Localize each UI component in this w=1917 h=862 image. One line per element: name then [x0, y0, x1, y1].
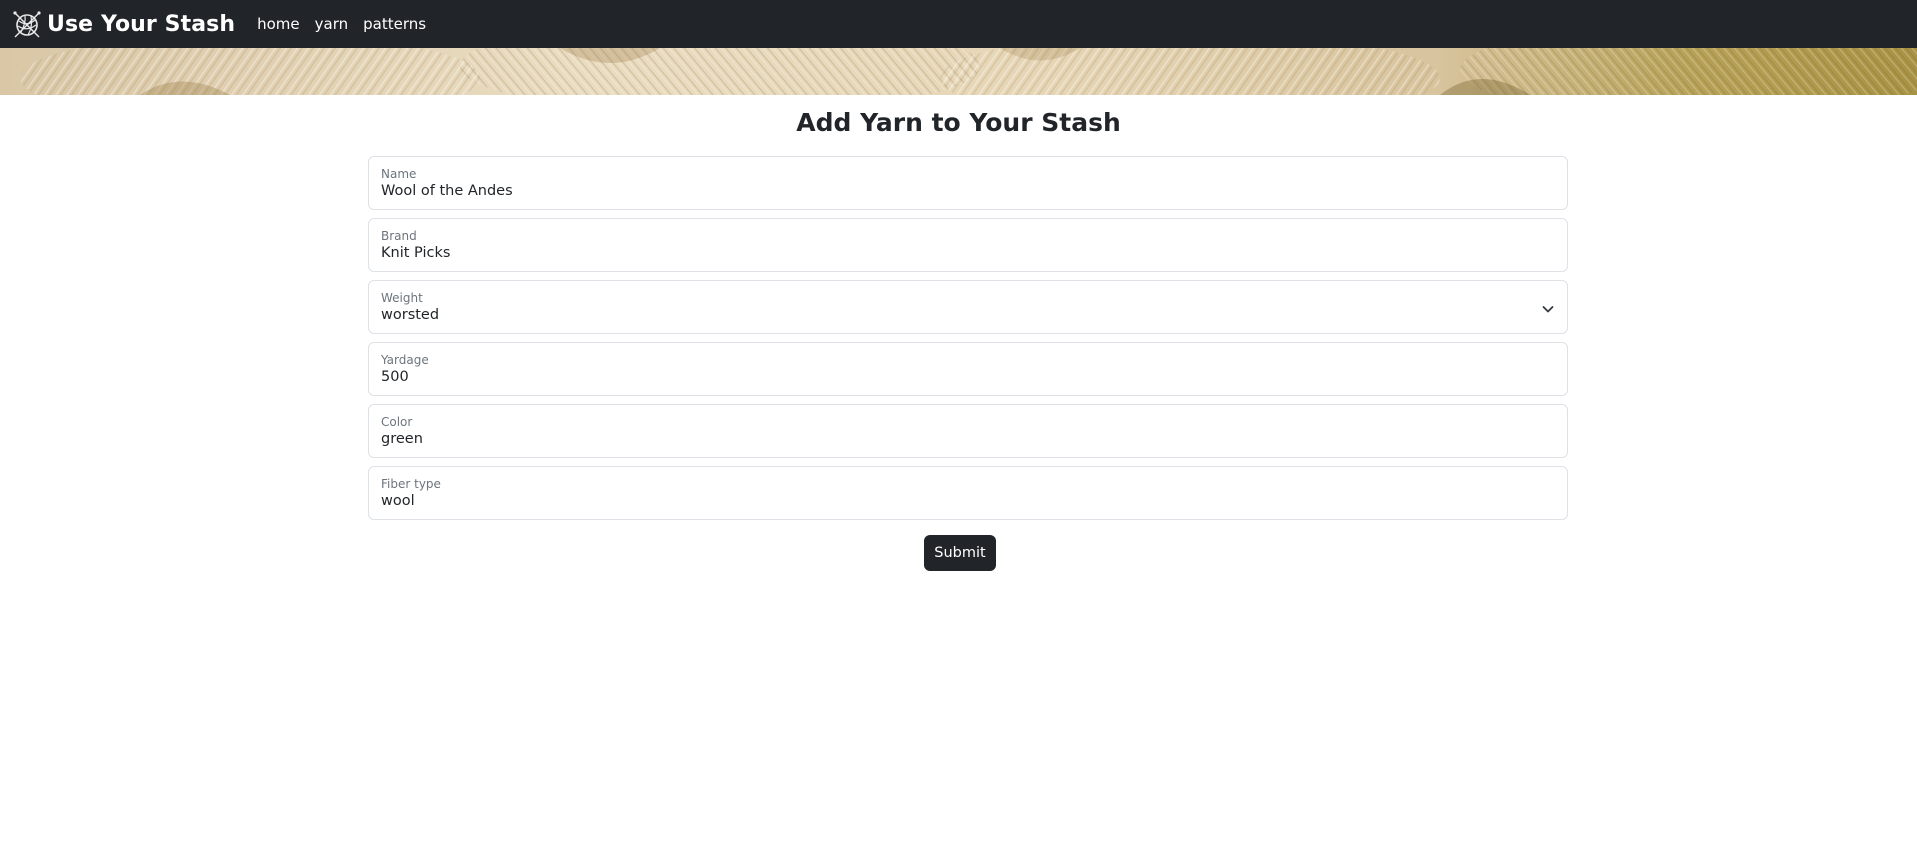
fiber-type-field[interactable]: Fiber type — [368, 466, 1568, 520]
yarn-skeins-banner — [0, 48, 1917, 95]
yardage-field[interactable]: Yardage — [368, 342, 1568, 396]
nav-link-patterns[interactable]: patterns — [363, 15, 426, 33]
brand-title: Use Your Stash — [47, 11, 236, 37]
yardage-input[interactable] — [381, 369, 1531, 385]
nav-links: home yarn patterns — [249, 15, 433, 33]
nav-link-yarn[interactable]: yarn — [315, 15, 348, 33]
fiber-type-input[interactable] — [381, 493, 1531, 509]
brand-input[interactable] — [381, 245, 1531, 261]
brand-link[interactable]: Use Your Stash — [12, 9, 235, 39]
name-label: Name — [381, 167, 417, 181]
top-navbar: Use Your Stash home yarn patterns — [0, 0, 1917, 48]
nav-link-home[interactable]: home — [257, 15, 300, 33]
page-title: Add Yarn to Your Stash — [796, 108, 1121, 137]
weight-select[interactable]: Weight worsted — [368, 280, 1568, 334]
color-field[interactable]: Color — [368, 404, 1568, 458]
brand-label: Brand — [381, 229, 417, 243]
color-label: Color — [381, 415, 413, 429]
color-input[interactable] — [381, 431, 1531, 447]
fiber-type-label: Fiber type — [381, 477, 441, 491]
yardage-label: Yardage — [381, 353, 429, 367]
brand-field[interactable]: Brand — [368, 218, 1568, 272]
submit-button[interactable]: Submit — [924, 535, 996, 571]
weight-label: Weight — [381, 291, 423, 305]
chevron-down-icon[interactable] — [1541, 301, 1555, 315]
name-input[interactable] — [381, 183, 1531, 199]
weight-selected-value[interactable]: worsted — [381, 307, 439, 323]
add-yarn-form: Name Brand Weight worsted Yardage Color … — [368, 156, 1568, 528]
name-field[interactable]: Name — [368, 156, 1568, 210]
yarn-ball-icon — [12, 9, 42, 39]
